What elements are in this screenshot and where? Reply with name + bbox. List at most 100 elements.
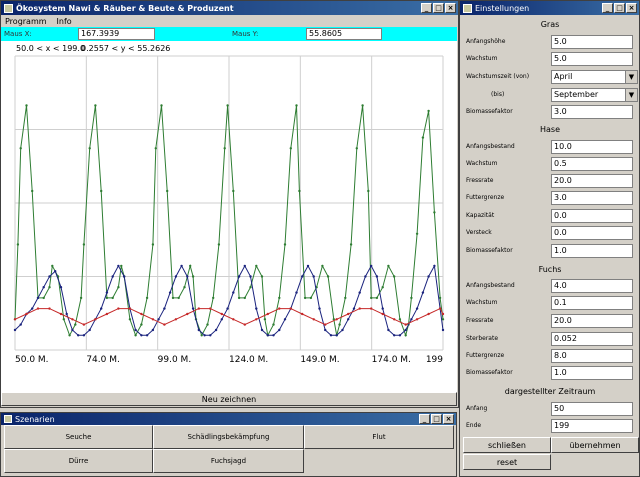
- fox-field[interactable]: 0.052: [551, 332, 633, 346]
- grass-bio-field[interactable]: 3.0: [551, 105, 633, 119]
- maximize-icon[interactable]: □: [614, 3, 625, 13]
- series-point-0: [31, 189, 34, 193]
- chevron-down-icon[interactable]: ▼: [625, 89, 637, 101]
- range-field[interactable]: 199: [551, 419, 633, 433]
- scenario-seuche-button[interactable]: Seuche: [4, 425, 153, 449]
- close-icon[interactable]: ×: [445, 3, 456, 13]
- fox-field[interactable]: 20.0: [551, 314, 633, 328]
- series-point-1: [117, 264, 120, 268]
- series-point-0: [183, 286, 186, 289]
- series-point-0: [189, 264, 192, 268]
- fox-label: Biomassefaktor: [466, 369, 513, 376]
- series-point-1: [54, 270, 57, 273]
- fox-label: Anfangsbestand: [466, 282, 515, 289]
- series-point-1: [145, 334, 149, 337]
- series-point-2: [140, 312, 143, 316]
- fox-label: Wachstum: [466, 299, 498, 306]
- growth-from-label: Wachstumszeit (von): [466, 73, 530, 80]
- main-titlebar: Ökosystem Nawi & Räuber & Beute & Produz…: [1, 1, 458, 15]
- hare-label: Versteck: [466, 229, 492, 236]
- hare-field[interactable]: 3.0: [551, 191, 633, 205]
- x-tick-label: 199: [426, 355, 443, 365]
- series-point-0: [166, 189, 169, 193]
- hare-label: Fressrate: [466, 177, 494, 184]
- series-point-1: [329, 334, 333, 337]
- grass-label: Wachstum: [466, 55, 498, 62]
- series-point-2: [25, 312, 28, 316]
- series-point-1: [266, 334, 269, 337]
- population-chart: 50.0 M. 74.0 M. 99.0 M. 124.0 M. 149.0 M. 174…: [13, 55, 445, 365]
- series-point-1: [335, 334, 338, 337]
- scenarios-titlebar: Szenarien _ □ ×: [1, 413, 456, 425]
- growth-to-select[interactable]: September ▼: [551, 88, 638, 102]
- minimize-icon[interactable]: _: [419, 414, 430, 424]
- hare-header: Hase: [539, 125, 560, 134]
- series-point-2: [441, 312, 445, 316]
- series-point-1: [398, 334, 402, 337]
- series-point-2: [220, 312, 223, 316]
- plot-area[interactable]: 50.0 < x < 199.0 0.2557 < y < 55.2626 50…: [1, 41, 457, 392]
- series-point-0: [191, 275, 195, 278]
- minimize-icon[interactable]: _: [602, 3, 613, 13]
- series-point-2: [232, 318, 235, 321]
- hare-label: Kapazität: [466, 212, 495, 219]
- maximize-icon[interactable]: □: [433, 3, 444, 13]
- redraw-button[interactable]: Neu zeichnen: [1, 392, 457, 406]
- menu-programm[interactable]: Programm: [5, 17, 47, 26]
- minimize-icon[interactable]: _: [421, 3, 432, 13]
- fox-field[interactable]: 8.0: [551, 349, 633, 363]
- series-point-0: [117, 286, 120, 289]
- growth-to-value: September: [554, 90, 599, 99]
- series-point-1: [375, 275, 379, 278]
- scenario-pest-control-button[interactable]: Schädlingsbekämpfung: [153, 425, 304, 449]
- series-point-0: [355, 147, 358, 150]
- close-icon[interactable]: ×: [443, 414, 454, 424]
- hare-label: Biomassefaktor: [466, 247, 513, 254]
- hare-field[interactable]: 10.0: [551, 140, 633, 154]
- series-point-0: [48, 286, 51, 289]
- scenario-drought-button[interactable]: Dürre: [4, 449, 153, 473]
- chevron-down-icon[interactable]: ▼: [625, 71, 637, 83]
- menu-info[interactable]: Info: [57, 17, 72, 26]
- series-point-0: [212, 296, 215, 300]
- scenario-flood-button[interactable]: Flut: [304, 425, 454, 449]
- fox-field[interactable]: 1.0: [551, 366, 633, 380]
- hare-field[interactable]: 1.0: [551, 244, 633, 258]
- fox-field[interactable]: 0.1: [551, 296, 633, 310]
- hare-field[interactable]: 20.0: [551, 174, 633, 188]
- x-tick-label: 124.0 M.: [229, 355, 268, 365]
- fox-label: Sterberate: [466, 335, 499, 342]
- x-tick-label: 99.0 M.: [158, 355, 192, 365]
- scenario-fox-hunt-button[interactable]: Fuchsjagd: [153, 449, 304, 473]
- main-title: Ökosystem Nawi & Räuber & Beute & Produz…: [16, 3, 234, 13]
- range-field[interactable]: 50: [551, 402, 633, 416]
- mouse-x-field[interactable]: 167.3939: [78, 28, 155, 40]
- maximize-icon[interactable]: □: [431, 414, 442, 424]
- series-point-0: [51, 264, 54, 268]
- series-point-0: [82, 243, 86, 246]
- close-button[interactable]: schließen: [463, 437, 551, 453]
- grass-label: Anfangshöhe: [466, 38, 506, 45]
- hare-field[interactable]: 0.0: [551, 226, 633, 240]
- settings-title: Einstellungen: [475, 3, 530, 13]
- series-point-2: [13, 318, 17, 321]
- series-point-0: [410, 296, 413, 300]
- reset-button[interactable]: reset: [463, 454, 551, 470]
- grass-field[interactable]: 5.0: [551, 35, 633, 49]
- series-point-2: [289, 307, 292, 310]
- series-point-1: [421, 291, 425, 294]
- fox-field[interactable]: 4.0: [551, 279, 633, 293]
- x-tick-label: 74.0 M.: [86, 355, 120, 365]
- growth-from-select[interactable]: April ▼: [551, 70, 638, 84]
- series-point-0: [160, 104, 163, 107]
- series-point-2: [105, 312, 109, 316]
- series-point-2: [36, 307, 40, 310]
- hare-field[interactable]: 0.0: [551, 209, 633, 223]
- apply-button[interactable]: übernehmen: [551, 437, 639, 453]
- mouse-y-field[interactable]: 55.8605: [306, 28, 382, 40]
- hare-field[interactable]: 0.5: [551, 157, 633, 171]
- grass-field[interactable]: 5.0: [551, 52, 633, 66]
- series-point-0: [421, 136, 425, 139]
- grass-bio-label: Biomassefaktor: [466, 108, 513, 115]
- close-icon[interactable]: ×: [626, 3, 637, 13]
